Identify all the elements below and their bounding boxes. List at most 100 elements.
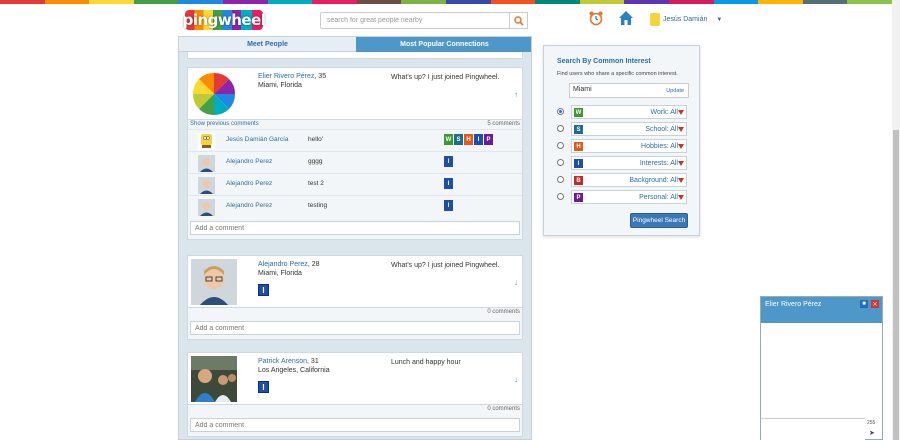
panel-subtitle: Find users who share a specific common i… xyxy=(557,71,678,77)
interest-filter-row: H Hobbies: All xyxy=(557,139,692,153)
interests-badge[interactable]: I xyxy=(258,284,269,296)
send-icon[interactable]: ➤ xyxy=(869,429,875,437)
interest-select[interactable]: S School: All xyxy=(571,122,687,136)
city-field[interactable]: Miami Update xyxy=(569,83,689,98)
show-previous-comments-link[interactable]: Show previous comments xyxy=(190,121,259,127)
alarm-clock-icon[interactable] xyxy=(588,10,604,26)
post-author: Elier Rivero Pérez, 35 xyxy=(258,73,326,80)
add-comment-input[interactable] xyxy=(190,321,520,335)
avatar xyxy=(650,13,660,26)
comment-count: 0 comments xyxy=(487,309,520,315)
interest-select[interactable]: B Background: All xyxy=(571,173,687,187)
interest-badge[interactable]: I xyxy=(474,134,483,145)
dropdown-arrow-icon xyxy=(678,195,684,200)
author-age: , 28 xyxy=(307,261,320,268)
scrollbar-thumb[interactable] xyxy=(893,130,899,440)
interest-select[interactable]: H Hobbies: All xyxy=(571,139,687,153)
interest-filter-row: I Interests: All xyxy=(557,156,692,170)
commenter-avatar[interactable] xyxy=(198,177,215,194)
category-letter-icon: B xyxy=(574,176,583,185)
interest-select-label: Hobbies: All xyxy=(641,143,678,150)
search-button[interactable] xyxy=(509,12,528,29)
interest-radio[interactable] xyxy=(557,108,564,115)
profile-photo[interactable] xyxy=(191,71,237,117)
user-menu[interactable]: Jesús Damián ▼ xyxy=(650,13,722,26)
post-card: Patrick Arenson, 31 Los Angeles, Califor… xyxy=(187,352,523,437)
interest-select-label: Work: All xyxy=(650,109,679,116)
comment-count: 0 comments xyxy=(487,406,520,412)
commenter-name-link[interactable]: Alejandro Perez xyxy=(226,202,272,209)
chevron-down-icon: ▼ xyxy=(716,16,723,23)
logo-text: pingwheel xyxy=(182,11,266,29)
chat-message-input[interactable] xyxy=(761,418,865,440)
category-letter-icon: S xyxy=(574,125,583,134)
author-location: Miami, Florida xyxy=(258,270,302,277)
search-icon xyxy=(513,15,524,26)
interest-filter-row: S School: All xyxy=(557,122,692,136)
interest-badge[interactable]: I xyxy=(444,200,453,211)
home-icon[interactable] xyxy=(618,10,634,26)
interest-badge[interactable]: I xyxy=(444,178,453,189)
common-interest-panel: Search By Common Interest Find users who… xyxy=(543,45,700,236)
add-comment-input[interactable] xyxy=(190,221,520,235)
author-name-link[interactable]: Elier Rivero Pérez xyxy=(258,73,314,80)
commenter-name-link[interactable]: Alejandro Perez xyxy=(226,158,272,165)
author-name-link[interactable]: Patrick Arenson xyxy=(258,358,307,365)
commenter-avatar[interactable] xyxy=(198,155,215,172)
interests-badge[interactable]: I xyxy=(258,381,269,393)
dropdown-arrow-icon xyxy=(678,178,684,183)
interest-badge[interactable]: H xyxy=(464,134,473,145)
interest-select-label: Personal: All xyxy=(639,194,678,201)
author-location: Miami, Florida xyxy=(258,82,302,89)
profile-photo[interactable] xyxy=(191,259,237,305)
commenter-avatar[interactable] xyxy=(198,133,215,150)
interest-radio[interactable] xyxy=(557,142,564,149)
comment-text: hello' xyxy=(308,136,323,143)
interest-select-label: Interests: All xyxy=(639,160,678,167)
chat-header[interactable]: Elier Rivero Pérez ■ ✕ xyxy=(761,297,882,323)
interest-select-label: School: All xyxy=(645,126,678,133)
category-letter-icon: I xyxy=(574,159,583,168)
interest-select[interactable]: P Personal: All xyxy=(571,190,687,204)
tab-meet-people[interactable]: Meet People xyxy=(179,37,356,52)
interest-filter-row: B Background: All xyxy=(557,173,692,187)
add-comment-input[interactable] xyxy=(190,418,520,432)
dropdown-arrow-icon xyxy=(678,110,684,115)
search-input[interactable] xyxy=(320,12,510,29)
author-age: , 31 xyxy=(307,358,319,365)
author-age: , 35 xyxy=(314,73,327,80)
interest-radio[interactable] xyxy=(557,159,564,166)
post-author: Alejandro Perez, 28 xyxy=(258,261,320,268)
collapse-arrow-icon[interactable]: ↑ xyxy=(514,90,518,99)
interest-badge[interactable]: I xyxy=(444,156,453,167)
interest-badges: I xyxy=(444,156,453,167)
pingwheel-logo[interactable]: pingwheel xyxy=(182,10,266,30)
profile-photo[interactable] xyxy=(191,356,237,402)
interest-select[interactable]: W Work: All xyxy=(571,105,687,119)
comment-row: Alejandro Perez gggg I xyxy=(188,151,522,173)
interest-badge[interactable]: W xyxy=(444,134,453,145)
interest-radio[interactable] xyxy=(557,176,564,183)
expand-arrow-icon[interactable]: ↓ xyxy=(514,375,518,384)
minimize-icon[interactable]: ■ xyxy=(860,300,868,308)
interest-badge[interactable]: P xyxy=(484,134,493,145)
interest-radio[interactable] xyxy=(557,125,564,132)
interest-radio[interactable] xyxy=(557,193,564,200)
chat-contact-name: Elier Rivero Pérez xyxy=(765,301,822,308)
commenter-name-link[interactable]: Alejandro Perez xyxy=(226,180,272,187)
page-scrollbar[interactable] xyxy=(892,0,900,440)
update-link[interactable]: Update xyxy=(666,88,684,94)
pingwheel-search-button[interactable]: Pingwheel Search xyxy=(630,213,688,228)
author-name-link[interactable]: Alejandro Perez xyxy=(258,261,308,268)
commenter-name-link[interactable]: Jesús Damián García xyxy=(226,136,289,143)
tab-most-popular-connections[interactable]: Most Popular Connections xyxy=(356,37,531,52)
category-letter-icon: W xyxy=(574,108,583,117)
interest-badge[interactable]: S xyxy=(454,134,463,145)
interest-select[interactable]: I Interests: All xyxy=(571,156,687,170)
post-message: What's up? I just joined Pingwheel. xyxy=(391,262,500,269)
expand-arrow-icon[interactable]: ↓ xyxy=(514,278,518,287)
user-name: Jesús Damián xyxy=(663,16,708,23)
close-icon[interactable]: ✕ xyxy=(871,300,879,308)
commenter-avatar[interactable] xyxy=(198,199,215,216)
post-card: Alejandro Perez, 28 Miami, Florida I Wha… xyxy=(187,255,523,340)
